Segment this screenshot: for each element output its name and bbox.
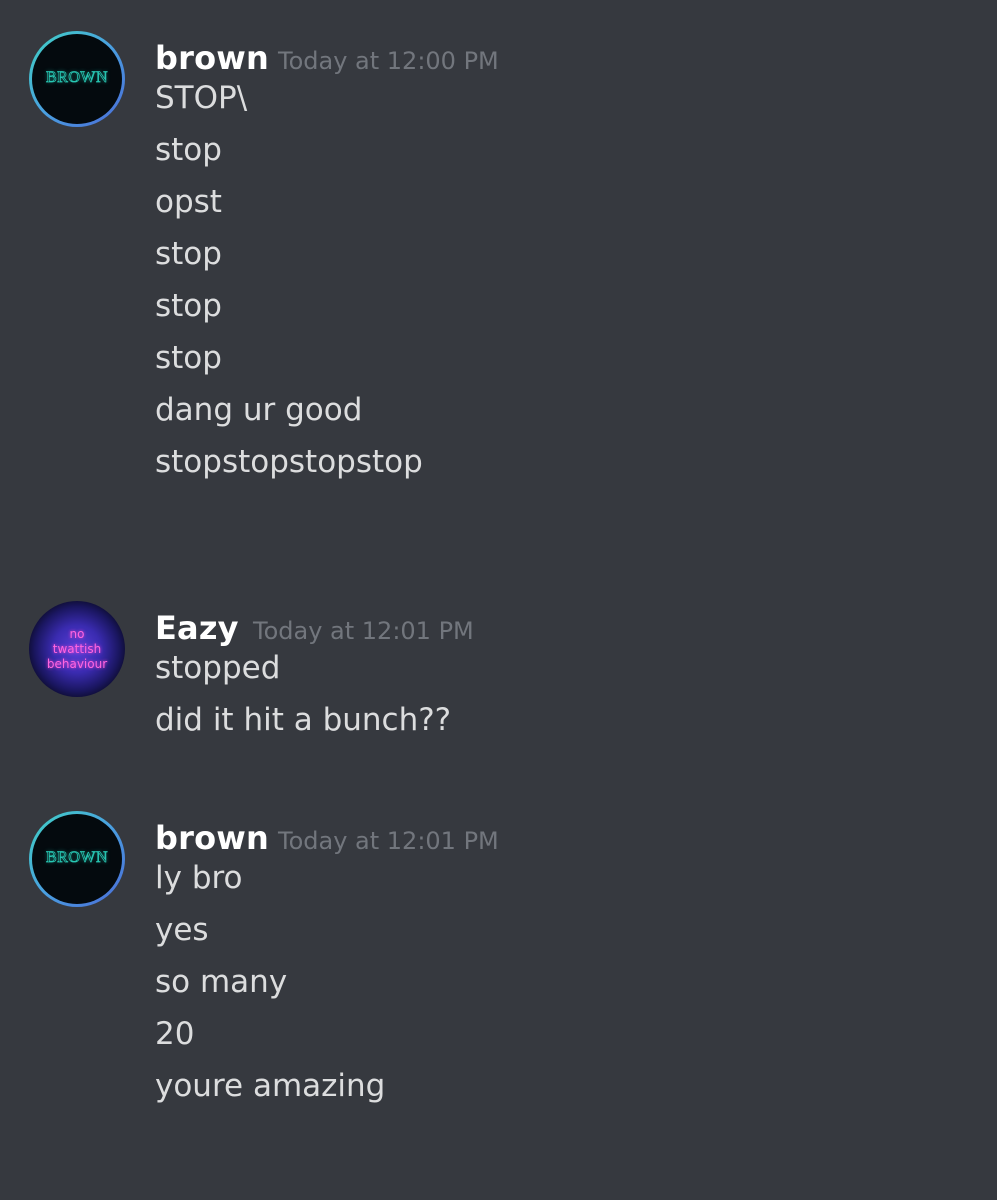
timestamp: Today at 12:01 PM (253, 617, 474, 645)
message-lines: stopped did it hit a bunch?? (155, 646, 975, 758)
message-text: stopstopstopstop (155, 444, 423, 480)
avatar-label: BROWN (45, 849, 109, 867)
chat-messages: BROWN brown Today at 12:00 PM STOP\ stop… (0, 0, 997, 1200)
message-text: stopped (155, 650, 281, 686)
avatar-label-line: behaviour (46, 657, 108, 671)
username[interactable]: Eazy (155, 609, 239, 647)
message-text: dang ur good (155, 392, 363, 428)
avatar-label: BROWN (45, 69, 109, 87)
message-text: so many (155, 964, 288, 1000)
message-lines: ly bro yes so many 20 youre amazing (155, 856, 975, 1124)
message-text: stop (155, 288, 222, 324)
username[interactable]: brown (155, 39, 269, 77)
avatar-label-line: twattish (52, 642, 102, 656)
message-text: 20 (155, 1016, 195, 1052)
message-text: did it hit a bunch?? (155, 702, 452, 738)
avatar[interactable]: BROWN (29, 811, 125, 907)
message-content: brown Today at 12:01 PM ly bro yes so ma… (155, 810, 975, 1124)
avatar-label-line: no (69, 627, 85, 641)
message-text: stop (155, 236, 222, 272)
message-text: youre amazing (155, 1068, 386, 1104)
message-content: brown Today at 12:00 PM STOP\ stop opst … (155, 30, 975, 500)
message-text: stop (155, 132, 222, 168)
avatar-label: no twattish behaviour (29, 627, 125, 672)
message-lines: STOP\ stop opst stop stop stop dang ur g… (155, 76, 975, 500)
message-content: Eazy Today at 12:01 PM stopped did it hi… (155, 600, 975, 758)
message-text: ly bro (155, 860, 243, 896)
message-text: yes (155, 912, 209, 948)
message-text: STOP\ (155, 80, 248, 116)
message-text: opst (155, 184, 222, 220)
username[interactable]: brown (155, 819, 269, 857)
timestamp: Today at 12:01 PM (278, 827, 499, 855)
message-text: stop (155, 340, 222, 376)
avatar[interactable]: no twattish behaviour (29, 601, 125, 697)
avatar[interactable]: BROWN (29, 31, 125, 127)
timestamp: Today at 12:00 PM (278, 47, 499, 75)
